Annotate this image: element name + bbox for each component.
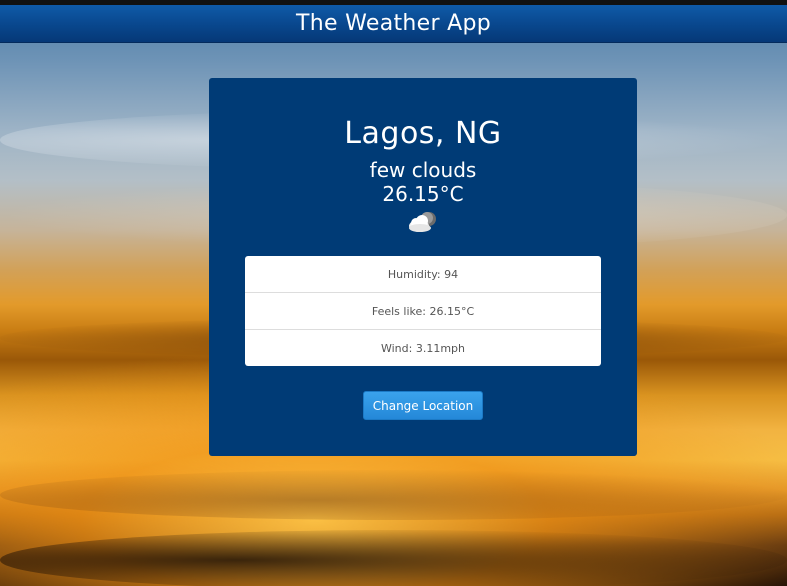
wind-item: Wind: 3.11mph [380, 342, 465, 355]
feels-like-item: Feels like: 26.15°C [245, 293, 601, 330]
cloud-band [0, 530, 787, 586]
few-clouds-night-icon [409, 212, 436, 232]
weather-description: few clouds [369, 158, 477, 182]
weather-card: Lagos, NG few clouds 26.15°C Humidity: 9… [209, 78, 637, 456]
weather-details-list: Humidity: 94 Feels like: 26.15°C Wind: 3… [245, 256, 601, 366]
temperature: 26.15°C [382, 182, 464, 206]
change-location-button[interactable]: Change Location [363, 391, 483, 420]
cloud-band [0, 470, 787, 520]
humidity-item: Humidity: 94 [245, 256, 601, 293]
app-header: The Weather App [0, 5, 787, 43]
app-title: The Weather App [295, 11, 491, 36]
location-name: Lagos, NG [344, 116, 502, 151]
